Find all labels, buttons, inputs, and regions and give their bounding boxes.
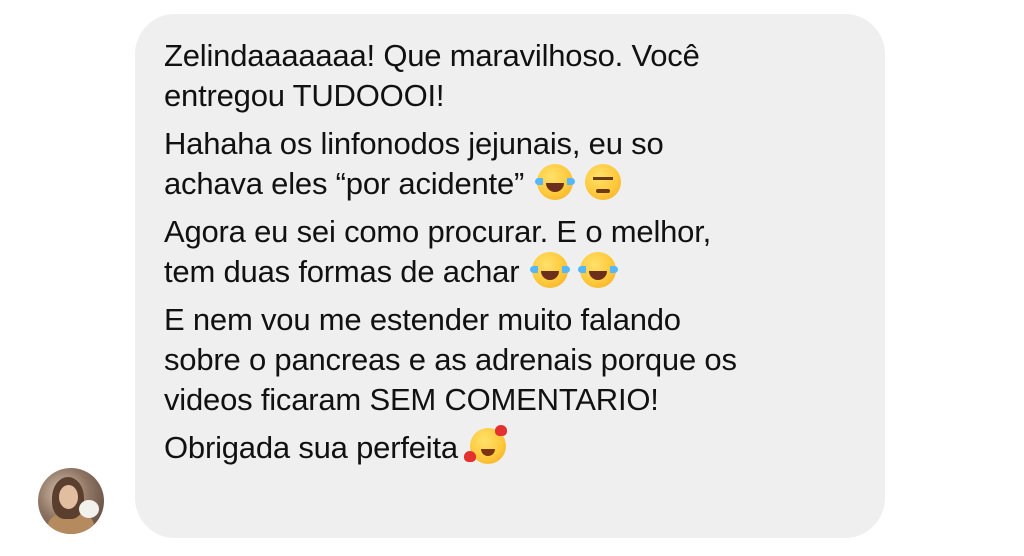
unamused-face-icon bbox=[584, 164, 621, 200]
message-line: videos ficaram SEM COMENTARIO! bbox=[164, 382, 659, 417]
sender-avatar[interactable] bbox=[38, 468, 104, 534]
message-line-with-emoji: Obrigada sua perfeita bbox=[164, 425, 864, 468]
message-line: sobre o pancreas e as adrenais porque os bbox=[164, 342, 737, 377]
avatar-pet-shape bbox=[79, 500, 99, 518]
message-line-with-emoji: tem duas formas de achar bbox=[164, 252, 864, 292]
message-line: entregou TUDOOOI! bbox=[164, 78, 445, 113]
message-line-text: tem duas formas de achar bbox=[164, 254, 520, 289]
face-with-tears-of-joy-icon bbox=[529, 252, 570, 288]
message-line: Agora eu sei como procurar. E o melhor, bbox=[164, 214, 712, 249]
message-line-text: achava eles “por acidente” bbox=[164, 166, 525, 201]
avatar-face-shape bbox=[59, 485, 78, 509]
face-with-tears-of-joy-icon bbox=[578, 252, 619, 288]
message-line: Hahaha os linfonodos jejunais, eu so bbox=[164, 126, 664, 161]
message-line-with-emoji: achava eles “por acidente” bbox=[164, 164, 864, 204]
face-with-tears-of-joy-icon bbox=[534, 164, 575, 200]
message-line-text: Obrigada sua perfeita bbox=[164, 430, 458, 465]
message-line: E nem vou me estender muito falando bbox=[164, 302, 681, 337]
message-text: Zelindaaaaaaa! Que maravilhoso. Você ent… bbox=[164, 36, 864, 468]
message-line: Zelindaaaaaaa! Que maravilhoso. Você bbox=[164, 38, 700, 73]
smiling-face-with-hearts-icon bbox=[470, 425, 508, 464]
